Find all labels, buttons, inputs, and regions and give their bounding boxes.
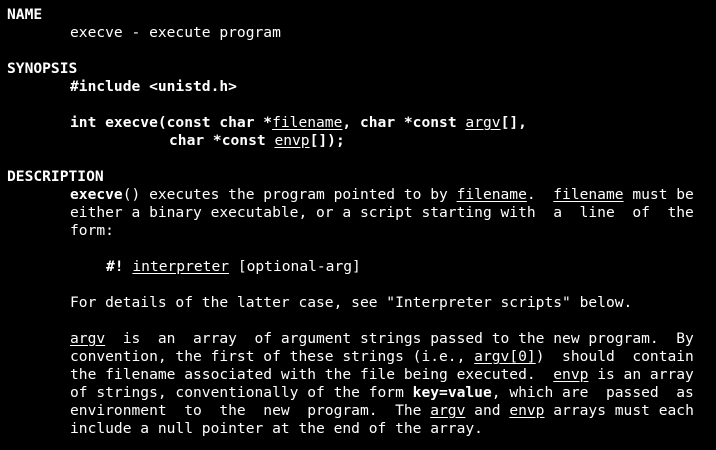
desc-text: ) should contain xyxy=(535,348,694,365)
sig-text: [], xyxy=(500,114,527,131)
description-p1-line-2: either a binary executable, or a script … xyxy=(70,204,694,221)
sig-text: , char *const xyxy=(342,114,466,131)
synopsis-signature-line-2: char *const envp[]); xyxy=(169,132,345,150)
term-interpreter: interpreter xyxy=(132,258,230,275)
description-p2: For details of the latter case, see "Int… xyxy=(70,294,633,311)
description-p3-line-5: environment to the new program. The argv… xyxy=(70,402,694,420)
func-execve: execve xyxy=(70,186,123,203)
description-p3-line-6: include a null pointer at the end of the… xyxy=(70,420,483,437)
term-filename: filename xyxy=(456,186,527,203)
param-argv: argv xyxy=(465,114,501,131)
desc-text: environment to the new program. The xyxy=(70,402,431,419)
desc-text: is an array xyxy=(588,366,694,383)
desc-text: convention, the first of these strings (… xyxy=(70,348,475,365)
desc-text: and xyxy=(465,402,510,419)
sig-text: []); xyxy=(309,132,345,149)
param-envp: envp xyxy=(274,132,310,149)
shebang-line: #! interpreter [optional-arg] xyxy=(106,258,361,276)
term-envp: envp xyxy=(553,366,589,383)
sig-text: int execve(const char * xyxy=(70,114,273,131)
shebang-prefix: #! xyxy=(106,258,124,275)
desc-text: is an array of argument strings passed t… xyxy=(105,330,694,347)
desc-text: the filename associated with the file be… xyxy=(70,366,554,383)
synopsis-signature-line-1: int execve(const char *filename, char *c… xyxy=(70,114,527,132)
description-p3-line-3: the filename associated with the file be… xyxy=(70,366,694,384)
desc-text: must be xyxy=(623,186,694,203)
description-p3-line-2: convention, the first of these strings (… xyxy=(70,348,694,366)
section-heading-name: NAME xyxy=(7,6,43,23)
term-filename: filename xyxy=(553,186,624,203)
section-heading-description: DESCRIPTION xyxy=(7,168,104,185)
desc-text: arrays must each xyxy=(544,402,694,419)
desc-text: , which are passed as xyxy=(491,384,694,401)
term-argv0: argv[0] xyxy=(474,348,536,365)
desc-text: . xyxy=(526,186,554,203)
description-p1-line-1: execve() executes the program pointed to… xyxy=(70,186,694,204)
term-envp: envp xyxy=(509,402,545,419)
desc-text: () executes the program pointed to by xyxy=(122,186,457,203)
term-key-value: key=value xyxy=(412,384,492,401)
synopsis-include: #include <unistd.h> xyxy=(70,78,237,95)
man-page-terminal: NAME execve - execute program SYNOPSIS #… xyxy=(0,0,716,450)
desc-text: [optional-arg] xyxy=(229,258,361,275)
param-filename: filename xyxy=(272,114,343,131)
description-p1-line-3: form: xyxy=(70,222,114,239)
name-description: execve - execute program xyxy=(70,24,281,41)
description-p3-line-4: of strings, conventionally of the form k… xyxy=(70,384,694,402)
section-heading-synopsis: SYNOPSIS xyxy=(7,60,78,77)
desc-text: of strings, conventionally of the form xyxy=(70,384,413,401)
term-argv: argv xyxy=(70,330,106,347)
sig-text: char *const xyxy=(169,132,275,149)
term-argv: argv xyxy=(430,402,466,419)
description-p3-line-1: argv is an array of argument strings pas… xyxy=(70,330,694,348)
